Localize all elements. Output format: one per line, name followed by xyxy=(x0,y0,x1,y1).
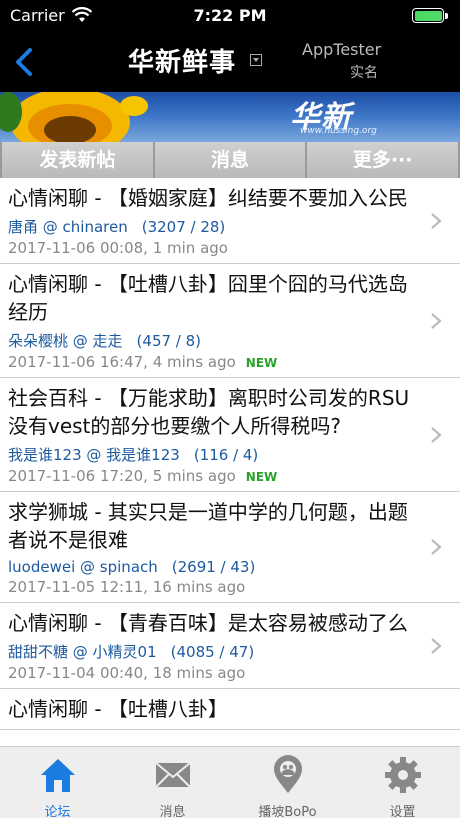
post-title: 心情闲聊 - 【吐槽八卦】 xyxy=(8,697,228,721)
post-time: 2017-11-06 16:47, 4 mins ago xyxy=(8,353,236,371)
tab-forum-label: 论坛 xyxy=(44,805,71,818)
page-title[interactable]: 华新鲜事 xyxy=(128,42,236,79)
tab-settings-label: 设置 xyxy=(389,805,416,818)
post-time: 2017-11-06 00:08, 1 min ago xyxy=(8,239,228,257)
post-title: 心情闲聊 - 【婚姻家庭】纠结要不要加入公民 xyxy=(8,186,408,210)
tab-messages[interactable]: 消息 xyxy=(115,747,230,818)
gear-icon xyxy=(384,757,421,793)
banner: 华新 www.hussing.org xyxy=(0,92,460,142)
list-item[interactable]: 心情闲聊 - 【吐槽八卦】囧里个囧的马代选岛经历 朵朵樱桃 @ 走走 (457 /… xyxy=(0,264,460,378)
action-bar: 发表新帖 消息 更多··· xyxy=(0,142,460,178)
post-time: 2017-11-06 17:20, 5 mins ago xyxy=(8,467,236,485)
post-time: 2017-11-04 00:40, 18 mins ago xyxy=(8,664,246,682)
post-author: luodewei @ spinach xyxy=(8,558,158,576)
sunflower-image xyxy=(0,92,148,142)
tab-bopo[interactable]: 播坡BoPo xyxy=(230,747,345,818)
nav-bar: 华新鲜事 AppTester 实名 xyxy=(0,32,460,92)
messages-button[interactable]: 消息 xyxy=(154,142,306,178)
chevron-right-icon xyxy=(431,539,442,555)
post-title: 心情闲聊 - 【青春百味】是太容易被感动了么 xyxy=(8,611,408,635)
list-item[interactable]: 社会百科 - 【万能求助】离职时公司发的RSU没有vest的部分也要缴个人所得税… xyxy=(0,378,460,492)
tab-settings[interactable]: 设置 xyxy=(345,747,460,818)
list-item[interactable]: 求学狮城 - 其实只是一道中学的几何题，出题者说不是很难 luodewei @ … xyxy=(0,492,460,603)
chevron-right-icon xyxy=(431,212,442,229)
status-bar: Carrier 7:22 PM xyxy=(0,0,460,32)
more-button[interactable]: 更多··· xyxy=(307,142,459,178)
list-item[interactable]: 心情闲聊 - 【青春百味】是太容易被感动了么 甜甜不糖 @ 小精灵01 (4085… xyxy=(0,603,460,689)
post-author: 甜甜不糖 @ 小精灵01 xyxy=(8,643,157,661)
post-title: 心情闲聊 - 【吐槽八卦】囧里个囧的马代选岛经历 xyxy=(8,272,408,324)
post-counts: (3207 / 28) xyxy=(141,218,226,236)
screen: Carrier 7:22 PM 华新鲜事 AppTester 实名 华新 www… xyxy=(0,0,460,818)
post-counts: (4085 / 47) xyxy=(170,643,255,661)
battery-icon xyxy=(412,8,444,23)
back-chevron-icon[interactable] xyxy=(8,44,44,80)
battery-tip xyxy=(445,13,448,19)
banner-url: www.hussing.org xyxy=(300,126,377,136)
tab-bopo-label: 播坡BoPo xyxy=(258,805,317,818)
post-time: 2017-11-05 12:11, 16 mins ago xyxy=(8,578,246,596)
clock: 7:22 PM xyxy=(193,6,267,25)
chevron-right-icon xyxy=(431,426,442,443)
post-author: 我是谁123 @ 我是谁123 xyxy=(8,446,180,464)
list-item[interactable]: 心情闲聊 - 【吐槽八卦】 xyxy=(0,689,460,730)
chevron-right-icon xyxy=(431,637,442,654)
list-item[interactable]: 心情闲聊 - 【婚姻家庭】纠结要不要加入公民 唐甬 @ chinaren (320… xyxy=(0,178,460,264)
tab-bar: 论坛 消息 播坡BoPo 设置 xyxy=(0,746,460,818)
post-counts: (116 / 4) xyxy=(193,446,259,464)
post-author: 朵朵樱桃 @ 走走 xyxy=(8,332,123,350)
envelope-icon xyxy=(154,762,191,788)
location-pin-icon xyxy=(273,755,302,793)
post-list: 心情闲聊 - 【婚姻家庭】纠结要不要加入公民 唐甬 @ chinaren (320… xyxy=(0,178,460,746)
tab-forum[interactable]: 论坛 xyxy=(0,747,115,818)
post-counts: (2691 / 43) xyxy=(171,558,256,576)
username[interactable]: AppTester xyxy=(302,40,381,59)
chevron-right-icon xyxy=(431,312,442,329)
new-badge: NEW xyxy=(245,470,278,484)
tab-messages-label: 消息 xyxy=(159,805,186,818)
new-badge: NEW xyxy=(245,356,278,370)
title-dropdown-icon[interactable] xyxy=(250,54,262,66)
post-counts: (457 / 8) xyxy=(136,332,202,350)
post-new-button[interactable]: 发表新帖 xyxy=(2,142,153,178)
home-icon xyxy=(40,759,75,792)
post-title: 社会百科 - 【万能求助】离职时公司发的RSU没有vest的部分也要缴个人所得税… xyxy=(8,386,410,438)
realname-label: 实名 xyxy=(350,65,378,81)
post-title: 求学狮城 - 其实只是一道中学的几何题，出题者说不是很难 xyxy=(8,500,408,552)
post-author: 唐甬 @ chinaren xyxy=(8,218,128,236)
